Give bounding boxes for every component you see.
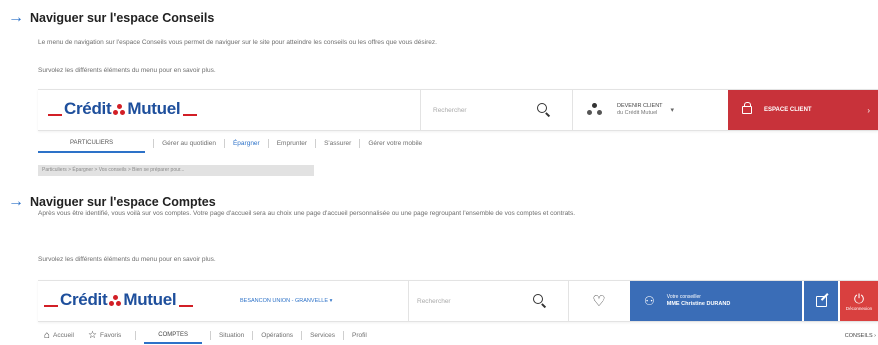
nav-item-services[interactable]: Services [310,332,335,339]
chevron-down-icon: ▾ [670,107,675,114]
advisor-name: MME Christine DURAND [666,301,731,307]
nav-divider [315,139,317,148]
logout-button[interactable]: ⏻ Déconnexion [840,281,878,321]
arrow-right-icon: → [8,9,24,26]
site-header-comptes: Crédit Mutuel BESANCON UNION - GRANVELLE… [38,280,878,322]
search-input[interactable] [431,99,535,121]
home-icon: ⌂ [44,330,51,341]
nav-item-favoris[interactable]: ☆ Favoris [88,330,121,341]
nav-item-emprunter[interactable]: Emprunter [277,140,307,147]
search-box [408,281,559,321]
logo-flower-icon [109,295,122,307]
advisor-panel[interactable]: ⚇ Votre conseiller MME Christine DURAND [630,281,802,321]
section-description: Après vous être identifié, vous voilà su… [38,210,576,217]
chevron-right-icon: › [867,105,870,115]
message-button[interactable] [804,281,838,321]
star-icon: ☆ [88,330,97,341]
nav-divider [135,331,137,340]
logo-flower-icon [113,104,126,116]
chevron-down-icon: ▾ [329,298,333,304]
nav-divider [359,139,361,148]
nav-bar-comptes: ⌂ Accueil ☆ Favoris COMPTES Situation Op… [38,326,878,345]
nav-divider [209,331,211,340]
section-title-text: Naviguer sur l'espace Conseils [30,11,215,25]
nav-item-epargner[interactable]: Épargner [233,140,260,147]
search-icon[interactable] [537,103,551,117]
tab-particuliers[interactable]: PARTICULIERS [38,134,146,153]
nav-divider [343,331,344,340]
nav-item-profil[interactable]: Profil [352,332,367,339]
logo-red-bar [44,305,58,307]
nav-item-gerer-mobile[interactable]: Gérer votre mobile [368,140,422,147]
search-box [420,90,561,130]
logo-text-part2: Mutuel [127,99,181,118]
members-icon [587,103,603,117]
chevron-right-icon: › [874,332,876,339]
nav-bar-conseils: PARTICULIERS Gérer au quotidien Épargner… [38,134,878,153]
conseils-label: CONSEILS [844,332,873,339]
nav-divider [223,139,225,148]
logout-label: Déconnexion [845,305,873,311]
site-header-conseils: Crédit Mutuel DEVENIR CLIENT du Crédit M… [38,89,878,131]
nav-divider [252,331,254,340]
bank-name[interactable]: BESANCON UNION - GRANVELLE ▾ [240,298,332,304]
nav-item-sassurer[interactable]: S'assurer [324,140,351,147]
devenir-client-line2: du Crédit Mutuel [617,110,658,116]
espace-client-label: ESPACE CLIENT [764,107,812,113]
tab-comptes[interactable]: COMPTES [144,327,202,344]
section-hint: Survolez les différents éléments du menu… [38,256,216,263]
conseils-link[interactable]: CONSEILS › [845,333,876,339]
credit-mutuel-logo[interactable]: Crédit Mutuel [42,290,195,310]
section-title-text: Naviguer sur l'espace Comptes [30,195,216,209]
logo-text-part1: Crédit [60,290,108,309]
arrow-right-icon: → [8,193,24,210]
power-icon: ⏻ [853,290,865,306]
nav-item-operations[interactable]: Opérations [261,332,293,339]
favoris-label: Favoris [99,332,122,339]
logo-text-part1: Crédit [64,99,112,118]
search-input[interactable] [415,290,529,312]
section-title-conseils: → Naviguer sur l'espace Conseils [8,10,214,26]
section-description: Le menu de navigation sur l'espace Conse… [38,39,437,46]
advisor-label: Votre conseiller [666,294,701,300]
devenir-client-button[interactable]: DEVENIR CLIENT du Crédit Mutuel ▾ [572,90,727,130]
credit-mutuel-logo[interactable]: Crédit Mutuel [46,99,199,119]
favorites-heart-button[interactable]: ♡ [568,281,629,321]
espace-client-button[interactable]: ESPACE CLIENT › [728,90,878,130]
nav-divider [153,139,155,148]
search-icon[interactable] [533,294,547,308]
section-hint: Survolez les différents éléments du menu… [38,67,216,74]
bank-name-text: BESANCON UNION - GRANVELLE [240,298,329,304]
breadcrumb: Particuliers > Épargner > Vos conseils >… [38,165,314,176]
nav-divider [301,331,303,340]
logo-text-part2: Mutuel [123,290,177,309]
accueil-label: Accueil [53,332,75,339]
devenir-client-line1: DEVENIR CLIENT [617,103,663,109]
nav-divider [267,139,269,148]
logo-red-bar-end [179,305,194,307]
nav-item-gerer-quotidien[interactable]: Gérer au quotidien [162,140,216,147]
edit-icon [815,292,828,307]
nav-item-accueil[interactable]: ⌂ Accueil [44,330,74,341]
nav-item-situation[interactable]: Situation [219,332,244,339]
lock-icon [742,102,752,114]
logo-red-bar-end [183,114,198,116]
logo-red-bar [48,114,62,116]
advisor-icon: ⚇ [644,294,655,308]
heart-icon: ♡ [592,293,606,310]
